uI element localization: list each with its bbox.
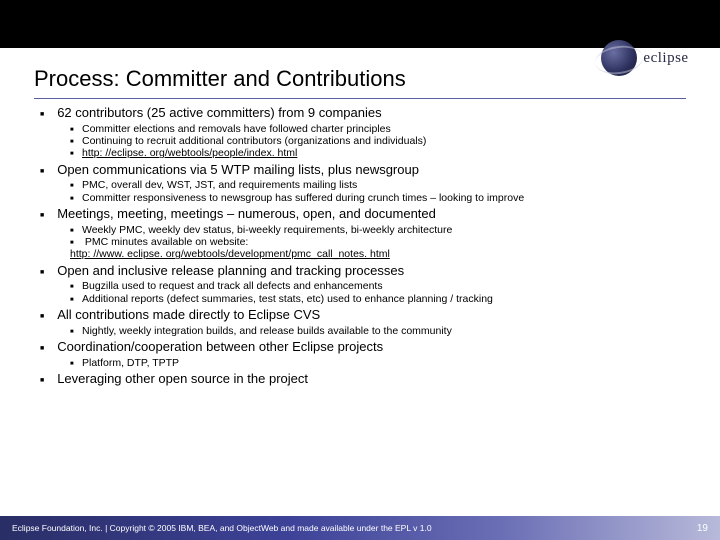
eclipse-logo: eclipse	[580, 34, 710, 82]
item-text: Leveraging other open source in the proj…	[57, 371, 308, 386]
footer-copyright: Eclipse Foundation, Inc. | Copyright © 2…	[12, 523, 432, 533]
list-item: Open communications via 5 WTP mailing li…	[40, 162, 692, 204]
list-item: Open and inclusive release planning and …	[40, 263, 692, 305]
pmc-notes-link[interactable]: http: //www. eclipse. org/webtools/devel…	[70, 248, 390, 260]
list-item: 62 contributors (25 active committers) f…	[40, 105, 692, 160]
list-item: Leveraging other open source in the proj…	[40, 371, 692, 388]
item-text: Coordination/cooperation between other E…	[57, 339, 383, 354]
list-item: Coordination/cooperation between other E…	[40, 339, 692, 369]
item-text: Open and inclusive release planning and …	[57, 263, 404, 278]
sub-item: Platform, DTP, TPTP	[70, 357, 692, 369]
sub-item: Additional reports (defect summaries, te…	[70, 293, 692, 305]
sub-item: Bugzilla used to request and track all d…	[70, 280, 692, 292]
sub-item: Continuing to recruit additional contrib…	[70, 135, 692, 147]
item-text: 62 contributors (25 active committers) f…	[57, 105, 381, 120]
list-item: All contributions made directly to Eclip…	[40, 307, 692, 337]
sub-item: PMC, overall dev, WST, JST, and requirem…	[70, 179, 692, 191]
sub-item: Committer elections and removals have fo…	[70, 123, 692, 135]
main-list: 62 contributors (25 active committers) f…	[28, 105, 692, 387]
sub-list: Weekly PMC, weekly dev status, bi-weekly…	[40, 224, 692, 261]
item-text: Open communications via 5 WTP mailing li…	[57, 162, 419, 177]
sub-list: Nightly, weekly integration builds, and …	[40, 325, 692, 337]
logo-text: eclipse	[643, 50, 688, 67]
slide-content: 62 contributors (25 active committers) f…	[0, 105, 720, 387]
item-text: Meetings, meeting, meetings – numerous, …	[57, 206, 436, 221]
sub-list: Committer elections and removals have fo…	[40, 123, 692, 160]
title-rule	[34, 98, 686, 99]
people-link[interactable]: http: //eclipse. org/webtools/people/ind…	[82, 147, 297, 159]
footer-bar: Eclipse Foundation, Inc. | Copyright © 2…	[0, 516, 720, 540]
sub-item: Nightly, weekly integration builds, and …	[70, 325, 692, 337]
eclipse-orb-icon	[601, 40, 637, 76]
item-text: All contributions made directly to Eclip…	[57, 307, 320, 322]
sub-item: Committer responsiveness to newsgroup ha…	[70, 192, 692, 204]
sub-item: http: //eclipse. org/webtools/people/ind…	[70, 147, 692, 159]
sub-list: Bugzilla used to request and track all d…	[40, 280, 692, 305]
list-item: Meetings, meeting, meetings – numerous, …	[40, 206, 692, 261]
page-number: 19	[697, 523, 708, 534]
sub-item: PMC minutes available on website: http: …	[70, 236, 692, 261]
sub-list: Platform, DTP, TPTP	[40, 357, 692, 369]
sub-list: PMC, overall dev, WST, JST, and requirem…	[40, 179, 692, 204]
sub-item: Weekly PMC, weekly dev status, bi-weekly…	[70, 224, 692, 236]
